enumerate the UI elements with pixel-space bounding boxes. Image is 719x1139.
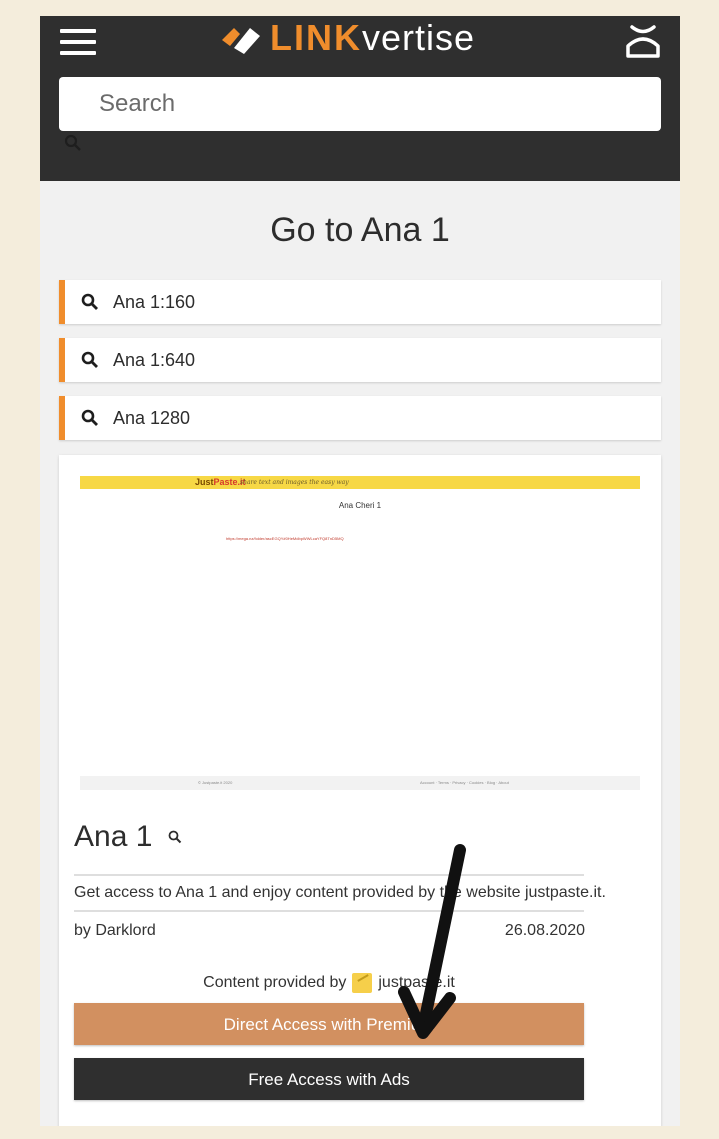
arrow-annotation-icon (398, 844, 466, 1039)
